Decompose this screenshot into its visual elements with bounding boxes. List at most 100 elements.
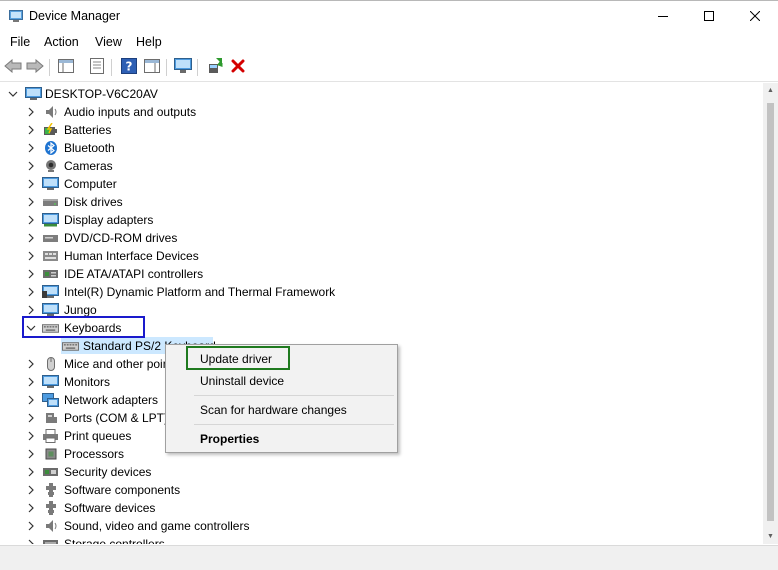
tree-category-item[interactable]: IDE ATA/ATAPI controllers <box>0 265 763 283</box>
context-scan-hardware[interactable]: Scan for hardware changes <box>200 403 347 417</box>
chevron-right-icon[interactable] <box>26 305 36 315</box>
uninstall-button[interactable] <box>228 57 248 77</box>
scroll-up-arrow-icon[interactable]: ▲ <box>766 86 775 95</box>
menu-help[interactable]: Help <box>136 35 162 49</box>
menu-action[interactable]: Action <box>44 35 79 49</box>
update-driver-button[interactable] <box>205 57 225 77</box>
maximize-button[interactable] <box>686 1 732 32</box>
update-driver-icon <box>207 57 223 77</box>
tree-category-item[interactable]: Software devices <box>0 499 763 517</box>
help-button[interactable]: ? <box>119 57 139 77</box>
minimize-button[interactable] <box>640 1 686 32</box>
chevron-right-icon[interactable] <box>26 215 36 225</box>
chevron-right-icon[interactable] <box>26 377 36 387</box>
device-manager-app-icon <box>9 10 23 23</box>
title-bar: Device Manager <box>0 0 778 31</box>
tree-category-item[interactable]: Intel(R) Dynamic Platform and Thermal Fr… <box>0 283 763 301</box>
tree-category-label: Bluetooth <box>64 141 115 155</box>
tree-category-label: Display adapters <box>64 213 154 227</box>
chevron-right-icon[interactable] <box>26 179 36 189</box>
chevron-down-icon[interactable] <box>8 89 18 99</box>
tree-category-item[interactable]: Bluetooth <box>0 139 763 157</box>
monitor-icon <box>42 375 59 389</box>
forward-icon <box>26 58 44 76</box>
display-adapter-icon <box>42 213 59 227</box>
keyboard-icon <box>62 339 79 353</box>
tree-category-item[interactable]: Computer <box>0 175 763 193</box>
chevron-right-icon[interactable] <box>26 449 36 459</box>
tree-category-item[interactable]: Disk drives <box>0 193 763 211</box>
menu-view[interactable]: View <box>95 35 122 49</box>
properties-button[interactable] <box>87 57 107 77</box>
tree-category-item[interactable]: Software components <box>0 481 763 499</box>
chevron-right-icon[interactable] <box>26 485 36 495</box>
chevron-right-icon[interactable] <box>26 233 36 243</box>
jungo-icon <box>42 303 59 317</box>
chevron-right-icon[interactable] <box>26 251 36 261</box>
chevron-right-icon[interactable] <box>26 521 36 531</box>
tree-category-item[interactable]: Storage controllers <box>0 535 763 544</box>
bluetooth-icon <box>42 141 59 155</box>
tree-category-item[interactable]: Human Interface Devices <box>0 247 763 265</box>
menu-file[interactable]: File <box>10 35 30 49</box>
tree-category-label: Processors <box>64 447 125 461</box>
tree-category-label: Batteries <box>64 123 112 137</box>
chevron-right-icon[interactable] <box>26 287 36 297</box>
chevron-right-icon[interactable] <box>26 503 36 513</box>
chevron-right-icon[interactable] <box>26 197 36 207</box>
chevron-right-icon[interactable] <box>26 125 36 135</box>
chevron-right-icon[interactable] <box>26 107 36 117</box>
close-button[interactable] <box>732 1 778 32</box>
network-adapter-icon <box>42 393 59 407</box>
tree-category-item[interactable]: Security devices <box>0 463 763 481</box>
disk-drive-icon <box>42 195 59 209</box>
context-uninstall-device[interactable]: Uninstall device <box>200 374 284 388</box>
minimize-icon <box>658 10 668 24</box>
scan-hardware-button[interactable] <box>173 57 193 77</box>
action-pane-button[interactable] <box>142 57 162 77</box>
scrollbar-thumb[interactable] <box>767 103 774 521</box>
chevron-right-icon[interactable] <box>26 539 36 544</box>
tree-category-item[interactable]: Cameras <box>0 157 763 175</box>
forward-button[interactable] <box>25 57 45 77</box>
properties-icon <box>90 57 104 77</box>
chevron-right-icon[interactable] <box>26 161 36 171</box>
tree-category-item[interactable]: Batteries <box>0 121 763 139</box>
maximize-icon <box>704 10 714 24</box>
tree-category-item[interactable]: DVD/CD-ROM drives <box>0 229 763 247</box>
camera-icon <box>42 159 59 173</box>
ide-controller-icon <box>42 267 59 281</box>
tree-root[interactable]: DESKTOP-V6C20AV <box>0 85 763 103</box>
chevron-right-icon[interactable] <box>26 359 36 369</box>
back-button[interactable] <box>3 57 23 77</box>
storage-controller-icon <box>42 537 59 544</box>
tree-category-label: Software components <box>64 483 181 497</box>
tree-category-item[interactable]: Display adapters <box>0 211 763 229</box>
chevron-right-icon[interactable] <box>26 431 36 441</box>
chevron-right-icon[interactable] <box>26 395 36 405</box>
vertical-scrollbar[interactable]: ▲ ▼ <box>763 83 778 544</box>
chevron-right-icon[interactable] <box>26 269 36 279</box>
tree-category-label: Network adapters <box>64 393 159 407</box>
security-device-icon <box>42 465 59 479</box>
tree-category-label: Audio inputs and outputs <box>64 105 197 119</box>
tree-category-label: Sound, video and game controllers <box>64 519 250 533</box>
show-hide-console-tree-button[interactable] <box>56 57 76 77</box>
chevron-right-icon[interactable] <box>26 413 36 423</box>
context-properties[interactable]: Properties <box>200 432 259 446</box>
tree-category-label: Monitors <box>64 375 111 389</box>
tree-category-item[interactable]: Sound, video and game controllers <box>0 517 763 535</box>
computer-icon <box>25 87 42 101</box>
tree-root-label: DESKTOP-V6C20AV <box>45 87 158 101</box>
tree-category-item[interactable]: Audio inputs and outputs <box>0 103 763 121</box>
tree-category-label: Storage controllers <box>64 537 165 544</box>
scroll-down-arrow-icon[interactable]: ▼ <box>766 532 775 541</box>
window-title: Device Manager <box>29 9 121 23</box>
chevron-right-icon[interactable] <box>26 143 36 153</box>
computer-icon <box>42 177 59 191</box>
tree-category-label: Print queues <box>64 429 132 443</box>
svg-text:?: ? <box>126 59 133 73</box>
chevron-right-icon[interactable] <box>26 467 36 477</box>
device-tree[interactable]: DESKTOP-V6C20AV Audio inputs and outputs… <box>0 83 763 544</box>
toolbar-separator <box>197 59 198 76</box>
